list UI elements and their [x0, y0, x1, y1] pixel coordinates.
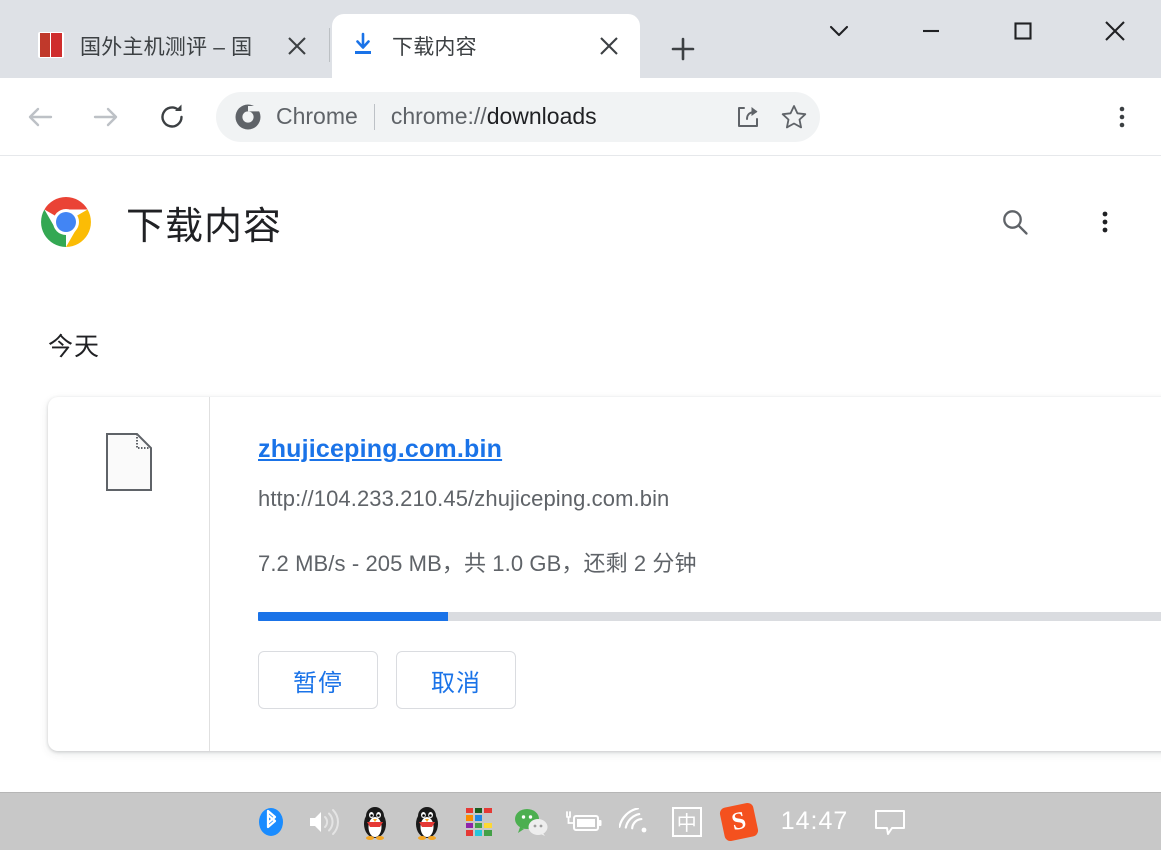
date-group-label: 今天	[48, 333, 101, 361]
downloads-header: 下载内容	[0, 182, 1161, 262]
download-source-url: http://104.233.210.45/zhujiceping.com.bi…	[258, 486, 670, 511]
tab-downloads-label: 下载内容	[392, 36, 477, 59]
omnibox-url[interactable]: chrome://downloads	[391, 103, 728, 130]
download-filename-link[interactable]: zhujiceping.com.bin	[258, 435, 502, 464]
bluetooth-icon[interactable]	[245, 793, 297, 850]
volume-icon[interactable]	[297, 793, 349, 850]
page-title: 下载内容	[126, 205, 283, 248]
share-icon[interactable]	[728, 97, 768, 137]
sogou-label: S	[718, 801, 759, 842]
notification-icon[interactable]	[864, 793, 916, 850]
qq-icon-2[interactable]	[401, 793, 453, 850]
tab-site-close-icon[interactable]	[280, 29, 314, 63]
qq-icon-1[interactable]	[349, 793, 401, 850]
chrome-logo-icon	[40, 196, 92, 248]
bookmark-star-icon[interactable]	[774, 97, 814, 137]
download-progress-bar	[258, 612, 1161, 621]
system-taskbar: 中 S 14:47	[0, 792, 1161, 850]
downloads-page: 下载内容 今天 zhujiceping.com.bin http://104.2…	[0, 157, 1161, 792]
search-icon[interactable]	[991, 198, 1039, 246]
tab-site-label: 国外主机测评 – 国	[80, 36, 253, 59]
sogou-icon[interactable]: S	[713, 793, 765, 850]
tab-downloads-close-icon[interactable]	[592, 29, 626, 63]
chrome-icon	[234, 103, 262, 131]
download-progress-fill	[258, 612, 448, 621]
minimize-button[interactable]	[885, 0, 977, 62]
pause-button[interactable]: 暂停	[258, 651, 378, 709]
download-actions: 暂停 取消	[258, 651, 1161, 709]
battery-icon[interactable]	[557, 793, 609, 850]
window-controls	[793, 0, 1161, 62]
three-dot-menu-icon[interactable]	[1097, 92, 1147, 142]
download-item-card: zhujiceping.com.bin http://104.233.210.4…	[48, 397, 1161, 751]
omnibox-url-prefix: chrome://	[390, 103, 487, 129]
browser-window: 国外主机测评 – 国 下载内容 Chrome chrome://download…	[0, 0, 1161, 850]
three-dot-menu-icon[interactable]	[1081, 198, 1129, 246]
forward-button[interactable]	[80, 91, 132, 143]
ime-label: 中	[671, 806, 702, 837]
new-tab-button[interactable]	[656, 28, 710, 70]
tab-downloads[interactable]: 下载内容	[332, 14, 640, 78]
tab-search-chevron-down-icon[interactable]	[793, 0, 885, 62]
taskbar-clock[interactable]: 14:47	[765, 807, 865, 836]
download-icon-column	[48, 397, 210, 751]
browser-toolbar: Chrome chrome://downloads	[0, 78, 1161, 156]
omnibox-scheme-label: Chrome	[276, 103, 358, 129]
system-tray: 中 S 14:47	[245, 793, 917, 850]
generic-file-icon	[105, 433, 152, 491]
wifi-icon[interactable]	[609, 793, 661, 850]
tab-site[interactable]: 国外主机测评 – 国	[20, 14, 328, 78]
ime-icon[interactable]: 中	[661, 793, 713, 850]
download-item-body: zhujiceping.com.bin http://104.233.210.4…	[210, 397, 1161, 751]
cancel-button[interactable]: 取消	[396, 651, 516, 709]
download-status-text: 7.2 MB/s - 205 MB，共 1.0 GB，还剩 2 分钟	[258, 551, 697, 576]
close-button[interactable]	[1069, 0, 1161, 62]
omnibox-divider	[373, 103, 375, 130]
reload-button[interactable]	[146, 91, 198, 143]
download-icon	[350, 32, 378, 60]
maximize-button[interactable]	[977, 0, 1069, 62]
address-bar[interactable]: Chrome chrome://downloads	[216, 91, 820, 142]
tab-strip: 国外主机测评 – 国 下载内容	[0, 0, 1161, 78]
omnibox-url-emphasis: downloads	[486, 103, 597, 129]
back-button[interactable]	[14, 91, 66, 143]
site-favicon-icon	[38, 32, 66, 60]
tab-separator	[329, 28, 330, 62]
wechat-icon[interactable]	[505, 793, 557, 850]
pixel-grid-icon[interactable]	[453, 793, 505, 850]
